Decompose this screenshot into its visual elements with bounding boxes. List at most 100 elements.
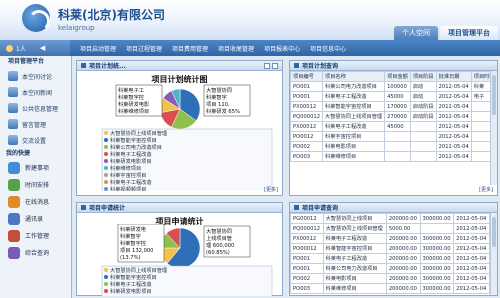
sidebar-item-news[interactable]: 本空间新闻 xyxy=(0,84,71,100)
table-row[interactable]: PO0012 科莱宇宙控项目 2012-05-04 xyxy=(290,131,497,142)
table-row[interactable]: PO00012 科莱智能宇宙控项目 200000.00 300000.00 2012-0… xyxy=(290,243,490,254)
legend-label: 科莱研发电影项目 xyxy=(110,287,152,295)
table-header-row: 项目编号 项目名称 项目金额 项目阶段 批准日期 项目时间 xyxy=(290,71,497,82)
legend-label: 科莱公司电力改造项目 xyxy=(110,143,162,151)
table-cell: 大智慧协同上线项目 xyxy=(322,213,387,224)
legend-swatch xyxy=(104,131,108,135)
scrollbar-thumb[interactable] xyxy=(492,217,496,247)
tab-project-platform[interactable]: 项目管理平台 xyxy=(440,26,498,40)
sidebar-item-settings[interactable]: 交流设置 xyxy=(0,132,71,148)
legend-swatch xyxy=(104,159,108,163)
user-menu[interactable]: 1人 ◀ xyxy=(0,40,70,56)
table-cell: 200000.00 xyxy=(385,243,421,254)
table-cell: PX00012 xyxy=(290,121,324,132)
sidebar-title: 项目管理平台 xyxy=(8,58,45,65)
table-cell: 2012-05-04 xyxy=(453,233,490,244)
table-row[interactable]: PX00012 科莱电子工程改造 45000 2012-05-04 xyxy=(290,121,497,132)
column-header[interactable]: 批准日期 xyxy=(435,71,472,82)
table-cell: 300000.00 xyxy=(419,213,455,224)
shortcut-new-item[interactable]: 新建事项 xyxy=(0,159,71,176)
table-row[interactable]: PO001 科莱电子工程改造 200000.00 300000.00 2012-05-0… xyxy=(290,253,490,264)
table-cell: 2012-05-04 xyxy=(435,121,472,132)
table-cell: PO001 xyxy=(290,253,324,264)
shortcut-schedule[interactable]: 时间安排 xyxy=(0,176,71,193)
callout-text: 理 600,000 xyxy=(206,242,234,249)
table-row[interactable]: PO003 科莱维修项目 200000.00 300000.00 2012-05-04 xyxy=(290,283,490,294)
shortcut-contacts[interactable]: 通讯录 xyxy=(0,210,71,227)
column-header[interactable]: 项目名称 xyxy=(322,71,386,82)
shortcut-search[interactable]: 综合查询 xyxy=(0,244,71,261)
legend-swatch xyxy=(104,289,108,293)
bullet-icon xyxy=(81,63,86,68)
app-header: 科莱(北京)有限公司 kelaigroup 个人空间 项目管理平台 xyxy=(0,0,500,40)
close-icon[interactable] xyxy=(272,63,278,69)
table-row[interactable]: PX00012 科莱电子工程改造 200000.00 300000.00 2012-05… xyxy=(290,233,490,244)
refresh-icon[interactable] xyxy=(264,63,270,69)
table-row[interactable]: PO001 科莱电子工程改造 45000 启动 2012-05-04 电子 xyxy=(290,91,497,102)
table-cell: PO0012 xyxy=(290,131,324,142)
callout-text: 大智慧协同 xyxy=(206,227,232,235)
table-cell: PO003 xyxy=(290,151,324,162)
shortcut-label: 时间安排 xyxy=(25,182,50,189)
table-cell: 2012-05-04 xyxy=(453,243,490,254)
plan-query-table: 项目编号 项目名称 项目金额 项目阶段 批准日期 项目时间 PO001 科莱公司电… xyxy=(290,71,497,162)
shortcut-label: 新建事项 xyxy=(25,165,50,172)
table-cell: 科莱电子工程改造 xyxy=(322,121,386,132)
table-cell xyxy=(384,141,411,152)
sidebar-item-public-info[interactable]: 公共信息管理 xyxy=(0,100,71,116)
user-count: 1人 xyxy=(16,45,26,53)
table-cell: 大智慧协同上线项目管理 xyxy=(322,111,386,122)
legend-swatch xyxy=(104,275,108,279)
table-row[interactable]: PQ000012 大智慧协同上线项目管理 5000.00 2012-05-04 xyxy=(290,223,490,234)
more-link[interactable]: [更多] xyxy=(264,186,278,193)
sidebar-item-label: 公共信息管理 xyxy=(22,105,59,113)
search-icon xyxy=(8,246,20,259)
legend-label: 科莱电子工程改造 xyxy=(110,150,152,158)
table-row[interactable]: PO001 科莱公司电力改造项目 100000 启动 2012-05-04 科莱 xyxy=(290,81,497,92)
shortcut-label: 综合查询 xyxy=(25,250,50,257)
table-cell: 300000.00 xyxy=(419,253,455,264)
bullet-icon xyxy=(294,63,299,68)
table-cell: PQ000012 xyxy=(290,223,324,234)
callout-text: 科莱电子工 xyxy=(118,86,144,94)
company-english-name: kelaigroup xyxy=(58,24,95,32)
table-row[interactable]: PO003 科莱维修项目 2012-05-04 xyxy=(290,151,497,162)
table-cell: 启动阶段 xyxy=(409,111,437,122)
table-row[interactable]: PX00012 科莱智能宇宙控项目 170000 启动阶段 2012-05-04 xyxy=(290,101,497,112)
tab-personal-space[interactable]: 个人空间 xyxy=(394,26,438,40)
nav-project-process[interactable]: 项目过程管理 xyxy=(126,44,162,53)
nav-report-center[interactable]: 项目报表中心 xyxy=(264,44,300,53)
scrollbar-thumb[interactable] xyxy=(492,75,496,115)
panel-title: 项目申请查询 xyxy=(302,205,339,212)
sidebar-item-discussion[interactable]: 本空间讨论 xyxy=(0,68,71,84)
table-row[interactable]: PG00012 大智慧协同上线项目 200000.00 300000.00 2012-0… xyxy=(290,213,490,224)
table-row[interactable]: PO001 科莱公司电力改造项目 200000.00 300000.00 2012-05… xyxy=(290,263,490,274)
column-header[interactable]: 项目编号 xyxy=(290,71,324,82)
more-link[interactable]: [更多] xyxy=(479,186,493,193)
legend-swatch xyxy=(104,152,108,156)
shortcut-work-management[interactable]: 工作管理 xyxy=(0,227,71,244)
column-header[interactable]: 项目金额 xyxy=(384,71,411,82)
table-cell: 2012-05-04 xyxy=(435,81,472,92)
table-row[interactable]: PO002 科莱电影项目 2012-05-04 xyxy=(290,141,497,152)
chevron-left-icon[interactable]: ◀ xyxy=(40,44,45,52)
column-header[interactable]: 项目阶段 xyxy=(409,71,437,82)
table-cell: 科莱宇宙控项目 xyxy=(322,131,386,142)
shortcut-online-message[interactable]: 在线消息 xyxy=(0,193,71,210)
scrollbar[interactable] xyxy=(490,213,497,295)
nav-project-close[interactable]: 项目收尾管理 xyxy=(218,44,254,53)
callout-text: 科莱智宇 xyxy=(120,232,141,240)
nav-project-start[interactable]: 项目启动管理 xyxy=(80,44,116,53)
table-row[interactable]: PO002 科莱电影项目 200000.00 300000.00 2012-05-04 xyxy=(290,273,490,284)
scrollbar[interactable] xyxy=(490,71,497,185)
panel-header: 项目申请查询 xyxy=(290,203,497,213)
table-cell: 科莱电子工程改造 xyxy=(322,253,387,264)
table-row[interactable]: PQ000012 大智慧协同上线项目管理 270000 启动阶段 2012-05-04 xyxy=(290,111,497,122)
sidebar-item-label: 本空间讨论 xyxy=(22,73,53,81)
nav-info-center[interactable]: 项目信息中心 xyxy=(310,44,346,53)
sidebar-item-messages[interactable]: 留言管理 xyxy=(0,116,71,132)
table-cell: 2012-05-04 xyxy=(435,151,472,162)
callout-text: 科莱智宇控 xyxy=(120,239,146,247)
table-cell: PO003 xyxy=(290,283,324,294)
nav-project-cost[interactable]: 项目费用管理 xyxy=(172,44,208,53)
